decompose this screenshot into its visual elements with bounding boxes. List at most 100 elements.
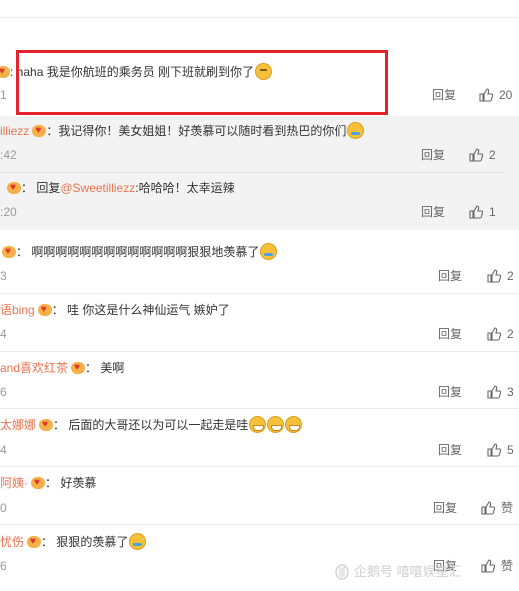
- like-count: 3: [507, 385, 514, 399]
- thumb-up-icon: [487, 327, 501, 341]
- comment-text-line: 语bing： 哇 你这是什么神仙运气 嫉妒了: [0, 301, 230, 319]
- like-count: 20: [499, 88, 513, 102]
- comment-text: 啊啊啊啊啊啊啊啊啊啊啊啊啊狠狠地羡慕了: [31, 245, 260, 259]
- comment-text: 哇 你这是什么神仙运气 嫉妒了: [67, 303, 230, 317]
- like-button[interactable]: 2: [469, 147, 496, 163]
- comment-text: :哈哈哈！太幸运辣: [135, 181, 235, 195]
- like-button[interactable]: 赞: [481, 500, 513, 516]
- divider: [0, 408, 519, 409]
- reply-button[interactable]: 回复: [438, 326, 462, 342]
- comment-username[interactable]: 阿姨·: [0, 476, 28, 490]
- comment-text-line: illiezz：我记得你！美女姐姐！好羡慕可以随时看到热巴的你们: [0, 122, 365, 140]
- divider: [0, 172, 505, 173]
- divider: [0, 351, 519, 352]
- comment-time: 4: [0, 327, 7, 341]
- reply-button[interactable]: 回复: [438, 384, 462, 400]
- like-button[interactable]: 20: [479, 87, 512, 103]
- emoji-icon: [285, 416, 303, 433]
- comment-time: :20: [0, 205, 17, 219]
- like-count: 赞: [501, 559, 514, 573]
- reply-button[interactable]: 回复: [432, 87, 456, 103]
- comment-time: 4: [0, 443, 7, 457]
- like-button[interactable]: 3: [487, 384, 514, 400]
- thumb-up-icon: [469, 148, 483, 162]
- comment-time: :42: [0, 148, 17, 162]
- like-count: 2: [507, 327, 514, 341]
- comment-text-line: ： 回复@Sweetilliezz:哈哈哈！太幸运辣: [0, 179, 235, 197]
- comment-time: 0: [0, 501, 7, 515]
- emoji-icon: [267, 416, 285, 433]
- vip-badge-icon: [31, 474, 45, 492]
- vip-badge-icon: [71, 359, 86, 377]
- like-button[interactable]: 5: [487, 442, 514, 458]
- vip-badge-icon: [2, 243, 16, 261]
- comment-username[interactable]: and喜欢红茶: [0, 361, 68, 375]
- thumb-up-icon: [481, 559, 495, 573]
- like-count: 1: [489, 205, 496, 219]
- thumb-up-icon: [481, 501, 495, 515]
- comment-item: and喜欢红茶： 美啊 6 回复 3: [0, 359, 519, 409]
- highlight-box: [16, 50, 388, 115]
- emoji-icon: [249, 416, 267, 433]
- comment-item: 阿姨·： 好羡慕 0 回复 赞: [0, 474, 519, 524]
- comment-time: 3: [0, 269, 7, 283]
- like-count: 2: [507, 269, 514, 283]
- comment-text: 我记得你！美女姐姐！好羡慕可以随时看到热巴的你们: [58, 124, 347, 138]
- comment-text-line: 阿姨·： 好羡慕: [0, 474, 96, 492]
- watermark-text: 企鹅号 嘻嘻娱星汇: [354, 564, 462, 579]
- like-button[interactable]: 赞: [481, 558, 513, 574]
- comment-time: 6: [0, 385, 7, 399]
- comment-username[interactable]: 语bing: [0, 303, 35, 317]
- like-count: 2: [489, 148, 496, 162]
- vip-badge-icon: [32, 122, 47, 140]
- comment-text-line: 太娜娜： 后面的大哥还以为可以一起走是哇: [0, 416, 303, 434]
- comment-text-line: 忧伤： 狠狠的羡慕了: [0, 533, 147, 551]
- comment-text-line: ： 啊啊啊啊啊啊啊啊啊啊啊啊啊狠狠地羡慕了: [0, 243, 278, 261]
- like-button[interactable]: 2: [487, 268, 514, 284]
- vip-badge-icon: [0, 63, 10, 81]
- divider: [0, 293, 519, 294]
- reply-button[interactable]: 回复: [438, 442, 462, 458]
- comment-text: 美啊: [100, 361, 125, 375]
- vip-badge-icon: [39, 416, 54, 434]
- emoji-icon: [260, 243, 278, 260]
- like-count: 5: [507, 443, 514, 457]
- comment-item: ： 啊啊啊啊啊啊啊啊啊啊啊啊啊狠狠地羡慕了 3 回复 2: [0, 242, 519, 292]
- comment-text-line: and喜欢红茶： 美啊: [0, 359, 124, 377]
- watermark: 企鹅号 嘻嘻娱星汇: [334, 561, 462, 583]
- comment-time: 6: [0, 559, 7, 573]
- thumb-up-icon: [479, 88, 493, 102]
- mention-link[interactable]: @Sweetilliezz: [60, 181, 135, 195]
- comment-time: 1: [0, 88, 7, 102]
- like-button[interactable]: 1: [469, 204, 496, 220]
- like-count: 赞: [501, 501, 514, 515]
- comment-text: 后面的大哥还以为可以一起走是哇: [68, 418, 249, 432]
- reply-button[interactable]: 回复: [421, 204, 445, 220]
- reply-button[interactable]: 回复: [421, 147, 445, 163]
- comment-item: 太娜娜： 后面的大哥还以为可以一起走是哇 4 回复 5: [0, 416, 519, 466]
- reply-prefix: 回复: [36, 181, 61, 195]
- comment-text: 狠狠的羡慕了: [56, 535, 129, 549]
- thumb-up-icon: [487, 443, 501, 457]
- thumb-up-icon: [469, 205, 483, 219]
- comment-username[interactable]: 太娜娜: [0, 418, 36, 432]
- comment-username[interactable]: illiezz: [0, 124, 29, 138]
- divider: [0, 524, 519, 525]
- thumb-up-icon: [487, 385, 501, 399]
- vip-badge-icon: [37, 301, 52, 319]
- emoji-icon: [347, 122, 365, 139]
- thumb-up-icon: [487, 269, 501, 283]
- penguin-icon: [335, 564, 349, 580]
- like-button[interactable]: 2: [487, 326, 514, 342]
- top-divider: [0, 17, 519, 18]
- sub-comment-item: illiezz：我记得你！美女姐姐！好羡慕可以随时看到热巴的你们 :42 回复 …: [0, 118, 519, 168]
- reply-button[interactable]: 回复: [438, 268, 462, 284]
- comment-text: 好羡慕: [60, 476, 97, 490]
- sub-comment-item: ： 回复@Sweetilliezz:哈哈哈！太幸运辣 :20 回复 1: [0, 177, 519, 227]
- divider: [0, 466, 519, 467]
- comment-item: 语bing： 哇 你这是什么神仙运气 嫉妒了 4 回复 2: [0, 301, 519, 351]
- comment-username[interactable]: 忧伤: [0, 535, 24, 549]
- reply-button[interactable]: 回复: [433, 500, 457, 516]
- emoji-icon: [129, 533, 147, 550]
- vip-badge-icon: [7, 179, 21, 197]
